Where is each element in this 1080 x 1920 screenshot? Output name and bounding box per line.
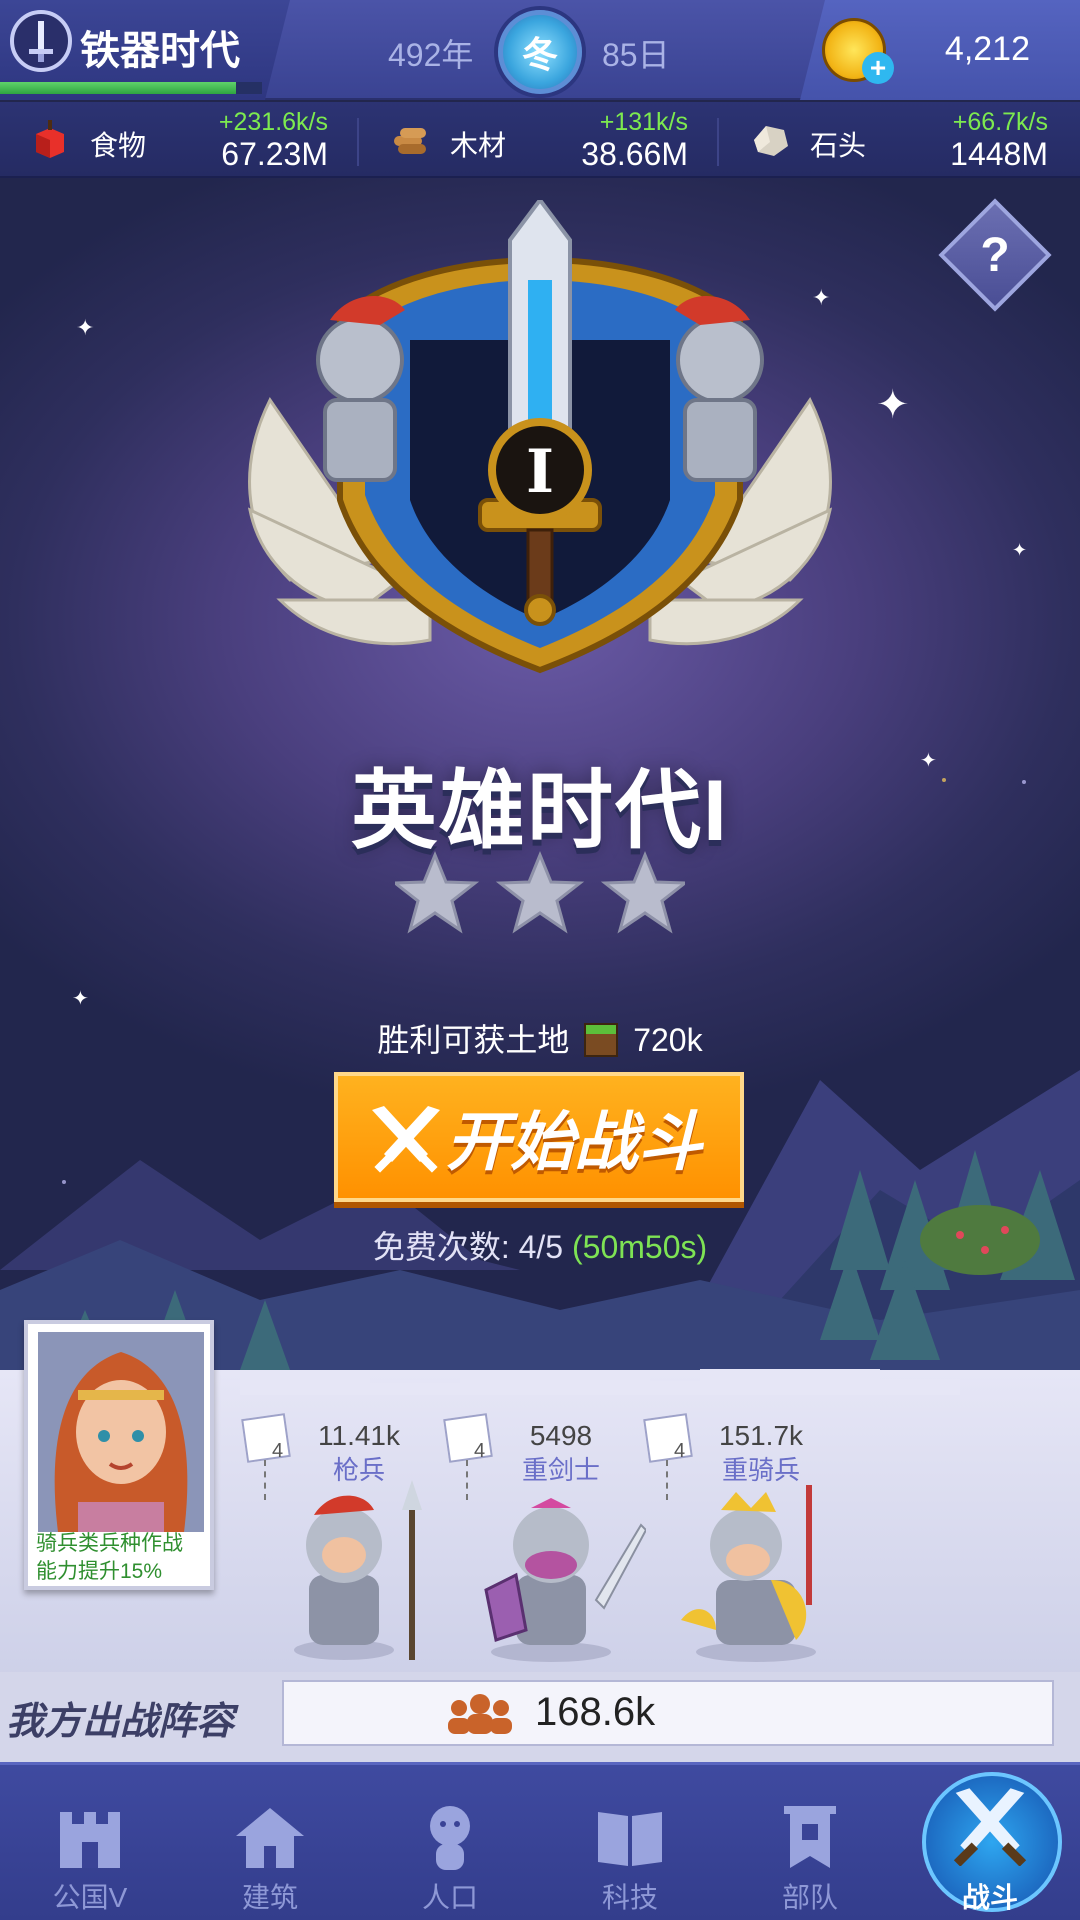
nav-label: 人口 <box>421 1882 478 1913</box>
lineup-power-box[interactable] <box>282 1680 1054 1746</box>
nav-label: 科技 <box>601 1882 658 1913</box>
nav-label: 部队 <box>781 1882 838 1913</box>
unit-level: 4 <box>474 1440 486 1462</box>
resource-wood[interactable]: 木材 +131k/s 38.66M <box>360 102 718 178</box>
divider <box>717 118 719 166</box>
unit-spearman[interactable]: 4 11.41k 枪兵 <box>241 1410 444 1670</box>
lineup-power-value: 168.6k <box>535 1690 656 1734</box>
nav-label: 战斗 <box>961 1882 1018 1913</box>
sparkle-star: ✦ <box>76 316 95 341</box>
start-battle-label: 开始战斗 <box>446 1106 702 1178</box>
resource-value: 67.23M <box>221 136 328 172</box>
hero-buff-line: 能力提升15% <box>36 1560 163 1583</box>
victory-reward: 胜利可获土地 720k <box>0 1015 1080 1061</box>
nav-tab-technology[interactable]: 科技 <box>540 1762 720 1920</box>
unit-heavy-swordsman[interactable]: 4 5498 重剑士 <box>443 1410 646 1670</box>
resource-bar: 食物 +231.6k/s 67.23M 木材 +131k/s 38.66M 石头… <box>0 102 1080 178</box>
nav-tab-principality[interactable]: 公国V <box>0 1762 180 1920</box>
sparkle-star: ✦ <box>876 382 910 428</box>
nav-tab-population[interactable]: 人口 <box>360 1762 540 1920</box>
unit-power: 5498 <box>529 1420 593 1451</box>
year-text: 492年 <box>388 37 474 73</box>
resource-rate: +131k/s <box>599 108 688 136</box>
tag-stick <box>666 1460 668 1500</box>
hero-buff-line: 骑兵类兵种作战 <box>36 1532 183 1555</box>
house-icon <box>236 1808 304 1868</box>
nav-tab-building[interactable]: 建筑 <box>180 1762 360 1920</box>
era-progress-bar <box>0 82 262 94</box>
resource-rate: +231.6k/s <box>218 108 328 136</box>
coin-count: 4,212 <box>944 30 1030 68</box>
lineup-label: 我方出战阵容 <box>6 1701 235 1743</box>
hero-buff-text: 骑兵类兵种作战 能力提升15% <box>36 1530 212 1586</box>
stone-icon <box>754 126 788 156</box>
add-coins-button[interactable]: + <box>862 52 894 84</box>
cavalry-figure <box>681 1485 816 1662</box>
land-tile-icon <box>584 1023 619 1057</box>
spearman-figure <box>294 1480 422 1660</box>
resource-rate: +66.7k/s <box>952 108 1048 136</box>
tag-stick <box>264 1460 266 1500</box>
season-badge[interactable]: 冬 <box>498 10 582 94</box>
nav-tab-troops[interactable]: 部队 <box>720 1762 900 1920</box>
era-progress-fill <box>0 82 236 94</box>
unit-level: 4 <box>674 1440 686 1462</box>
resource-stone[interactable]: 石头 +66.7k/s 1448M <box>720 102 1078 178</box>
hero-portrait <box>38 1332 204 1532</box>
resource-value: 1448M <box>950 136 1048 172</box>
resource-food[interactable]: 食物 +231.6k/s 67.23M <box>0 102 358 178</box>
unit-level: 4 <box>272 1440 284 1462</box>
resource-label: 木材 <box>450 130 507 161</box>
nav-label: 公国V <box>52 1882 128 1913</box>
star-icon <box>395 851 480 934</box>
wood-icon <box>394 128 426 154</box>
apple-icon <box>36 120 64 158</box>
sparkle-star: ✦ <box>1012 540 1028 561</box>
free-attempts-timer: (50m50s) <box>572 1229 708 1265</box>
free-attempts: 免费次数: 4/5 (50m50s) <box>0 1222 1080 1268</box>
book-icon <box>598 1812 662 1866</box>
unit-power: 11.41k <box>318 1420 400 1451</box>
day-text: 85日 <box>602 37 670 73</box>
nav-label: 建筑 <box>241 1882 298 1913</box>
star-icon <box>495 851 585 934</box>
reward-label: 胜利可获土地 <box>377 1022 570 1058</box>
unit-power: 151.7k <box>718 1420 804 1451</box>
tag-stick <box>466 1460 468 1500</box>
rank-emblem: I <box>247 200 833 674</box>
resource-label: 石头 <box>810 130 867 161</box>
resource-value: 38.66M <box>581 136 688 172</box>
help-button[interactable]: ? <box>955 215 1035 295</box>
unit-heavy-cavalry[interactable]: 4 151.7k 重骑兵 <box>643 1410 846 1670</box>
horse-tag-icon <box>643 1413 693 1463</box>
castle-icon <box>60 1812 120 1868</box>
era-title: 铁器时代 <box>80 29 240 73</box>
nav-tab-battle[interactable]: 战斗 <box>900 1762 1080 1920</box>
reward-value: 720k <box>633 1022 703 1058</box>
sparkle-star: ✦ <box>72 986 89 1010</box>
sword-icon <box>10 10 72 72</box>
star-rating <box>395 851 685 934</box>
hero-card[interactable]: 骑兵类兵种作战 能力提升15% <box>24 1320 214 1590</box>
star-icon <box>600 851 685 934</box>
free-attempts-count: 免费次数: 4/5 <box>372 1229 564 1265</box>
banner-icon <box>784 1806 836 1868</box>
swordsman-figure <box>484 1498 646 1662</box>
resource-label: 食物 <box>90 130 147 161</box>
rank-title: 英雄时代I <box>351 763 729 859</box>
sword-tag-icon <box>443 1413 493 1463</box>
crossed-swords-icon <box>953 1788 1027 1866</box>
spear-tag-icon <box>241 1413 291 1463</box>
person-icon <box>430 1806 470 1870</box>
emblem-numeral: I <box>526 437 554 507</box>
troops-icon <box>448 1694 512 1734</box>
crossed-swords-icon <box>372 1106 440 1173</box>
start-battle-button[interactable]: 开始战斗 <box>334 1072 744 1202</box>
divider <box>357 118 359 166</box>
